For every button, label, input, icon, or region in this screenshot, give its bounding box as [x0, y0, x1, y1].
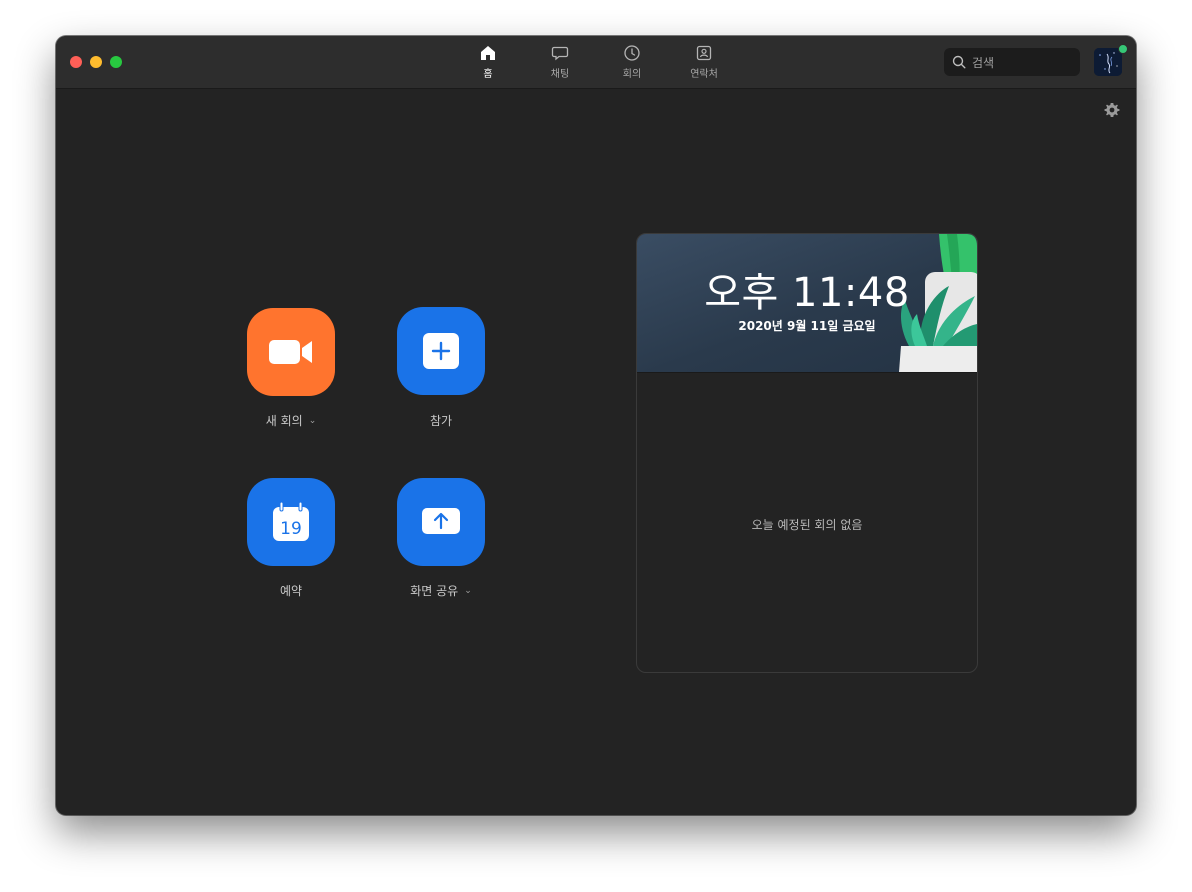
schedule-label: 예약	[279, 584, 303, 598]
tab-contacts[interactable]: 연락처	[674, 44, 734, 84]
chevron-down-icon[interactable]: ⌄	[309, 416, 317, 426]
tab-home-label: 홈	[483, 69, 493, 80]
join-label-row: 참가	[397, 412, 485, 429]
tab-home[interactable]: 홈	[458, 44, 518, 84]
search-field[interactable]: 검색	[944, 48, 1080, 76]
current-date: 2020년 9월 11일 금요일	[738, 319, 876, 333]
clock-icon	[624, 45, 640, 61]
new-meeting-label: 새 회의	[265, 414, 303, 428]
video-camera-icon	[269, 340, 312, 364]
title-bar: 홈 채팅 회의 연락처 검색	[56, 36, 1136, 89]
join-label: 참가	[429, 414, 453, 428]
tab-contacts-label: 연락처	[690, 69, 718, 80]
close-window-button[interactable]	[70, 56, 82, 68]
share-screen-button[interactable]	[397, 478, 485, 566]
join-button[interactable]	[397, 307, 485, 395]
tab-meetings[interactable]: 회의	[602, 44, 662, 84]
avatar[interactable]	[1094, 48, 1122, 76]
new-meeting-label-row[interactable]: 새 회의 ⌄	[247, 412, 335, 429]
search-placeholder: 검색	[972, 56, 995, 70]
chevron-down-icon[interactable]: ⌄	[464, 586, 472, 596]
zoom-main-window: 홈 채팅 회의 연락처 검색 새 회의 ⌄ 참가 19 예약 화면 공유 ⌄ 오…	[56, 36, 1136, 815]
home-icon	[481, 46, 495, 60]
avatar-image	[1094, 48, 1122, 76]
schedule-button[interactable]: 19	[247, 478, 335, 566]
upcoming-meetings-panel: 오후 11:48 2020년 9월 11일 금요일 오늘 예정된 회의 없음	[636, 233, 978, 673]
agenda-header: 오후 11:48 2020년 9월 11일 금요일	[637, 234, 977, 373]
calendar-day-number: 19	[280, 519, 302, 539]
tab-meetings-label: 회의	[622, 69, 642, 80]
calendar-icon: 19	[273, 501, 309, 541]
contacts-icon	[696, 45, 712, 61]
chat-icon	[551, 46, 569, 61]
tab-chat[interactable]: 채팅	[530, 44, 590, 84]
share-screen-label: 화면 공유	[410, 584, 459, 598]
schedule-label-row: 예약	[247, 582, 335, 599]
new-meeting-button[interactable]	[247, 308, 335, 396]
minimize-window-button[interactable]	[90, 56, 102, 68]
online-status-dot	[1118, 44, 1128, 54]
no-meetings-message: 오늘 예정된 회의 없음	[751, 518, 863, 532]
plus-icon	[423, 333, 459, 369]
maximize-window-button[interactable]	[110, 56, 122, 68]
upload-arrow-icon	[422, 508, 460, 534]
share-screen-label-row[interactable]: 화면 공유 ⌄	[397, 582, 485, 599]
settings-gear-icon[interactable]	[1104, 102, 1120, 118]
current-time: 오후 11:48	[704, 270, 910, 316]
tab-chat-label: 채팅	[550, 69, 570, 80]
search-icon	[952, 55, 966, 69]
